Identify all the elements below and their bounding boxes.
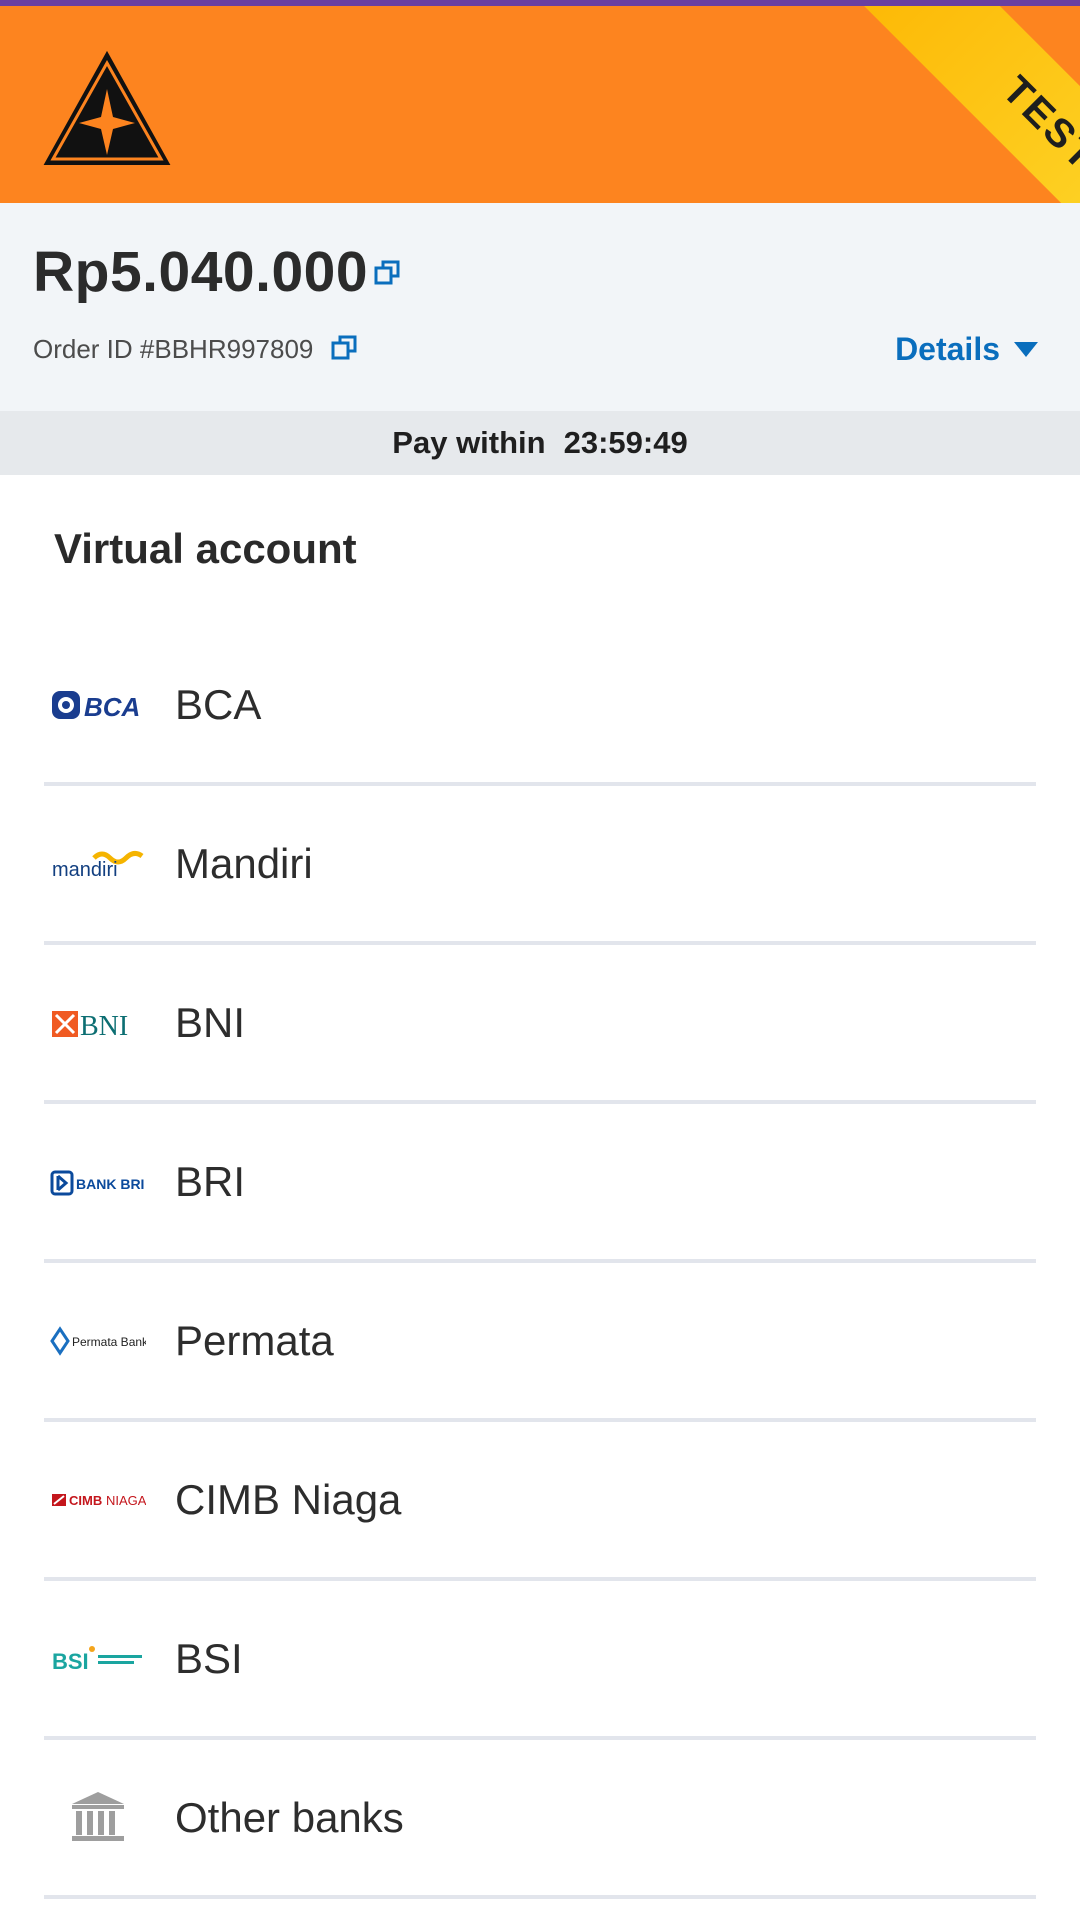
- bank-building-icon: [50, 1791, 146, 1841]
- caret-down-icon: [1014, 342, 1038, 357]
- bank-name: BNI: [175, 998, 246, 1046]
- bank-item-bni[interactable]: BNI BNI: [44, 945, 1036, 1104]
- svg-text:BNI: BNI: [80, 1011, 128, 1042]
- bank-name: Mandiri: [175, 839, 313, 887]
- details-toggle[interactable]: Details: [895, 331, 1038, 368]
- bank-name: BRI: [175, 1157, 246, 1205]
- bca-logo: BCA: [50, 683, 146, 727]
- bank-item-bca[interactable]: BCA BCA: [44, 627, 1036, 786]
- copy-icon[interactable]: [373, 258, 403, 288]
- section-title: Virtual account: [54, 525, 357, 572]
- mandiri-logo: mandiri: [50, 842, 146, 886]
- bank-name: Permata: [175, 1316, 334, 1364]
- payment-amount: Rp5.040.000: [33, 240, 369, 304]
- merchant-logo: [43, 51, 171, 165]
- permata-bank-logo: Permata Bank: [50, 1319, 146, 1363]
- bank-item-bri[interactable]: BANK BRI BRI: [44, 1104, 1036, 1263]
- cimb-niaga-logo: CIMB NIAGA: [50, 1478, 146, 1522]
- bank-item-cimb-niaga[interactable]: CIMB NIAGA CIMB Niaga: [44, 1422, 1036, 1581]
- svg-text:BSI: BSI: [52, 1649, 89, 1674]
- bank-name: Other banks: [175, 1793, 404, 1841]
- bank-bri-logo: BANK BRI: [50, 1160, 146, 1204]
- svg-text:mandiri: mandiri: [52, 859, 118, 881]
- svg-text:NIAGA: NIAGA: [106, 1493, 146, 1508]
- svg-text:Permata Bank: Permata Bank: [72, 1335, 146, 1349]
- bank-item-permata[interactable]: Permata Bank Permata: [44, 1263, 1036, 1422]
- bsi-logo: BSI: [50, 1637, 146, 1681]
- bank-name: CIMB Niaga: [175, 1475, 402, 1523]
- svg-text:CIMB: CIMB: [69, 1493, 102, 1508]
- merchant-header: [0, 6, 1080, 203]
- details-label: Details: [895, 331, 1000, 367]
- copy-icon[interactable]: [330, 333, 360, 363]
- bank-name: BCA: [175, 680, 262, 728]
- payment-summary: Rp5.040.000 Order ID #BBHR997809 Details: [0, 203, 1080, 411]
- bank-list: BCA BCA mandiri Mandiri BNI BNI BANK BRI…: [44, 627, 1036, 1899]
- svg-text:BCA: BCA: [84, 692, 140, 722]
- order-id: Order ID #BBHR997809: [33, 334, 314, 364]
- bank-item-mandiri[interactable]: mandiri Mandiri: [44, 786, 1036, 945]
- payment-timer: Pay within 23:59:49: [0, 411, 1080, 475]
- timer-value: 23:59:49: [563, 425, 688, 460]
- bni-logo: BNI: [50, 1001, 146, 1045]
- svg-text:BANK BRI: BANK BRI: [76, 1176, 144, 1192]
- bank-item-bsi[interactable]: BSI BSI: [44, 1581, 1036, 1740]
- bank-item-other-banks[interactable]: Other banks: [44, 1740, 1036, 1899]
- bank-name: BSI: [175, 1634, 243, 1682]
- timer-label: Pay within: [392, 425, 546, 460]
